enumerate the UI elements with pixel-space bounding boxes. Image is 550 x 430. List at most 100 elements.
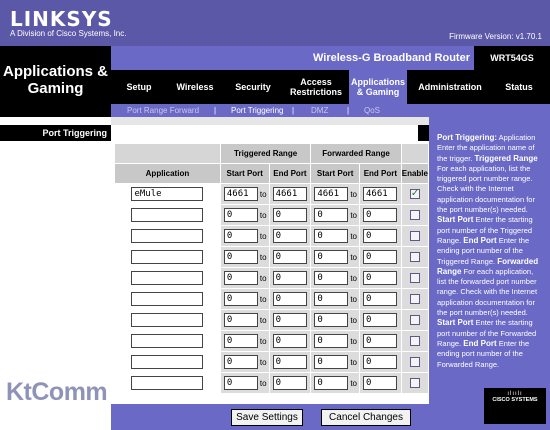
trig-start-cell: to — [219, 225, 270, 247]
fwd-start-cell: to — [310, 267, 360, 289]
application-name-input[interactable] — [131, 187, 204, 201]
to-label: to — [350, 315, 357, 325]
trig-start-port-input[interactable] — [223, 271, 258, 285]
fwd-start-cell: to — [310, 372, 360, 394]
fwd-end-port-input[interactable] — [362, 271, 397, 285]
trig-end-port-input[interactable] — [272, 271, 307, 285]
sub-tabs: Port Range Forward | Port Triggering | D… — [111, 104, 550, 117]
application-name-input[interactable] — [131, 355, 204, 369]
fwd-start-port-input[interactable] — [314, 208, 349, 222]
to-label: to — [259, 378, 267, 388]
trig-end-port-input[interactable] — [272, 292, 307, 306]
application-name-input[interactable] — [131, 292, 204, 306]
fwd-start-cell: to — [310, 204, 360, 226]
fwd-end-port-input[interactable] — [362, 250, 397, 264]
enable-checkbox[interactable] — [409, 357, 420, 367]
application-cell — [114, 372, 221, 394]
trig-end-port-input[interactable] — [272, 376, 307, 390]
trig-end-port-input[interactable] — [272, 250, 307, 264]
enable-checkbox[interactable] — [409, 273, 420, 283]
subtab-port-triggering[interactable]: Port Triggering — [231, 104, 283, 117]
trig-start-port-input[interactable] — [223, 334, 258, 348]
fwd-end-port-input[interactable] — [362, 334, 397, 348]
fwd-start-port-input[interactable] — [314, 229, 349, 243]
trig-end-port-input[interactable] — [272, 187, 307, 201]
trig-start-port-input[interactable] — [223, 208, 258, 222]
table-row: to to — [114, 225, 430, 247]
table-row: to to — [114, 351, 430, 373]
tab-setup[interactable]: Setup — [117, 70, 161, 104]
enable-checkbox[interactable] — [409, 210, 420, 220]
trig-end-port-input[interactable] — [272, 355, 307, 369]
fwd-start-port-input[interactable] — [314, 187, 349, 201]
application-name-input[interactable] — [131, 376, 204, 390]
application-name-input[interactable] — [131, 208, 204, 222]
enable-cell — [400, 288, 430, 310]
tab-wireless[interactable]: Wireless — [169, 70, 221, 104]
cancel-changes-button[interactable]: Cancel Changes — [321, 409, 411, 426]
to-label: to — [259, 252, 267, 262]
fwd-start-port-input[interactable] — [314, 292, 349, 306]
save-settings-button[interactable]: Save Settings — [231, 409, 303, 426]
enable-checkbox[interactable] — [409, 252, 420, 262]
table-body: to to to to to to to to to to to to to to to to to to to to — [114, 183, 430, 394]
fwd-start-port-input[interactable] — [314, 313, 349, 327]
header-fwd-end: End Port — [358, 163, 402, 184]
fwd-end-port-input[interactable] — [362, 292, 397, 306]
fwd-start-port-input[interactable] — [314, 271, 349, 285]
fwd-end-port-input[interactable] — [362, 376, 397, 390]
subtab-port-range-forward[interactable]: Port Range Forward — [127, 104, 199, 117]
application-name-input[interactable] — [131, 250, 204, 264]
trig-end-port-input[interactable] — [272, 313, 307, 327]
tab-administration[interactable]: Administration — [413, 70, 487, 104]
trig-start-port-input[interactable] — [223, 355, 258, 369]
fwd-end-port-input[interactable] — [362, 187, 397, 201]
trig-start-port-input[interactable] — [223, 313, 258, 327]
application-name-input[interactable] — [131, 313, 204, 327]
fwd-end-port-input[interactable] — [362, 313, 397, 327]
header-forwarded-range: Forwarded Range — [310, 143, 402, 164]
tab-status[interactable]: Status — [495, 70, 543, 104]
application-name-input[interactable] — [131, 334, 204, 348]
trig-start-port-input[interactable] — [223, 376, 258, 390]
tab-security[interactable]: Security — [227, 70, 279, 104]
fwd-start-port-input[interactable] — [314, 334, 349, 348]
enable-checkbox[interactable] — [409, 315, 420, 325]
tab-access-restrictions[interactable]: Access Restrictions — [286, 70, 346, 104]
fwd-start-port-input[interactable] — [314, 250, 349, 264]
help-keyword: Triggered Range — [474, 153, 538, 163]
fwd-end-port-input[interactable] — [362, 355, 397, 369]
trig-end-port-input[interactable] — [272, 334, 307, 348]
trig-end-port-input[interactable] — [272, 208, 307, 222]
tab-applications-gaming[interactable]: Applications & Gaming — [349, 70, 407, 104]
fwd-end-port-input[interactable] — [362, 208, 397, 222]
fwd-start-port-input[interactable] — [314, 376, 349, 390]
trig-end-port-input[interactable] — [272, 229, 307, 243]
fwd-start-port-input[interactable] — [314, 355, 349, 369]
trig-start-port-input[interactable] — [223, 187, 258, 201]
fwd-end-cell — [358, 372, 402, 394]
content-strip-fill — [111, 125, 418, 141]
to-label: to — [350, 378, 357, 388]
to-label: to — [350, 252, 357, 262]
subtab-dmz[interactable]: DMZ — [311, 104, 328, 117]
trig-start-port-input[interactable] — [223, 250, 258, 264]
trig-start-port-input[interactable] — [223, 229, 258, 243]
trig-start-cell: to — [219, 351, 270, 373]
application-name-input[interactable] — [131, 271, 204, 285]
enable-cell — [400, 372, 430, 394]
firmware-version: Firmware Version: v1.70.1 — [449, 32, 542, 41]
enable-checkbox[interactable] — [409, 336, 420, 346]
trig-start-port-input[interactable] — [223, 292, 258, 306]
trig-end-cell — [268, 330, 312, 352]
subtab-qos[interactable]: QoS — [364, 104, 380, 117]
enable-checkbox[interactable] — [409, 378, 420, 388]
product-bar: Wireless-G Broadband Router WRT54GS — [111, 46, 550, 70]
table-row: to to — [114, 183, 430, 205]
linksys-logo: LINKSYS — [10, 7, 113, 31]
enable-checkbox[interactable] — [409, 188, 420, 199]
enable-checkbox[interactable] — [409, 294, 420, 304]
enable-checkbox[interactable] — [409, 231, 420, 241]
fwd-end-port-input[interactable] — [362, 229, 397, 243]
application-name-input[interactable] — [131, 229, 204, 243]
